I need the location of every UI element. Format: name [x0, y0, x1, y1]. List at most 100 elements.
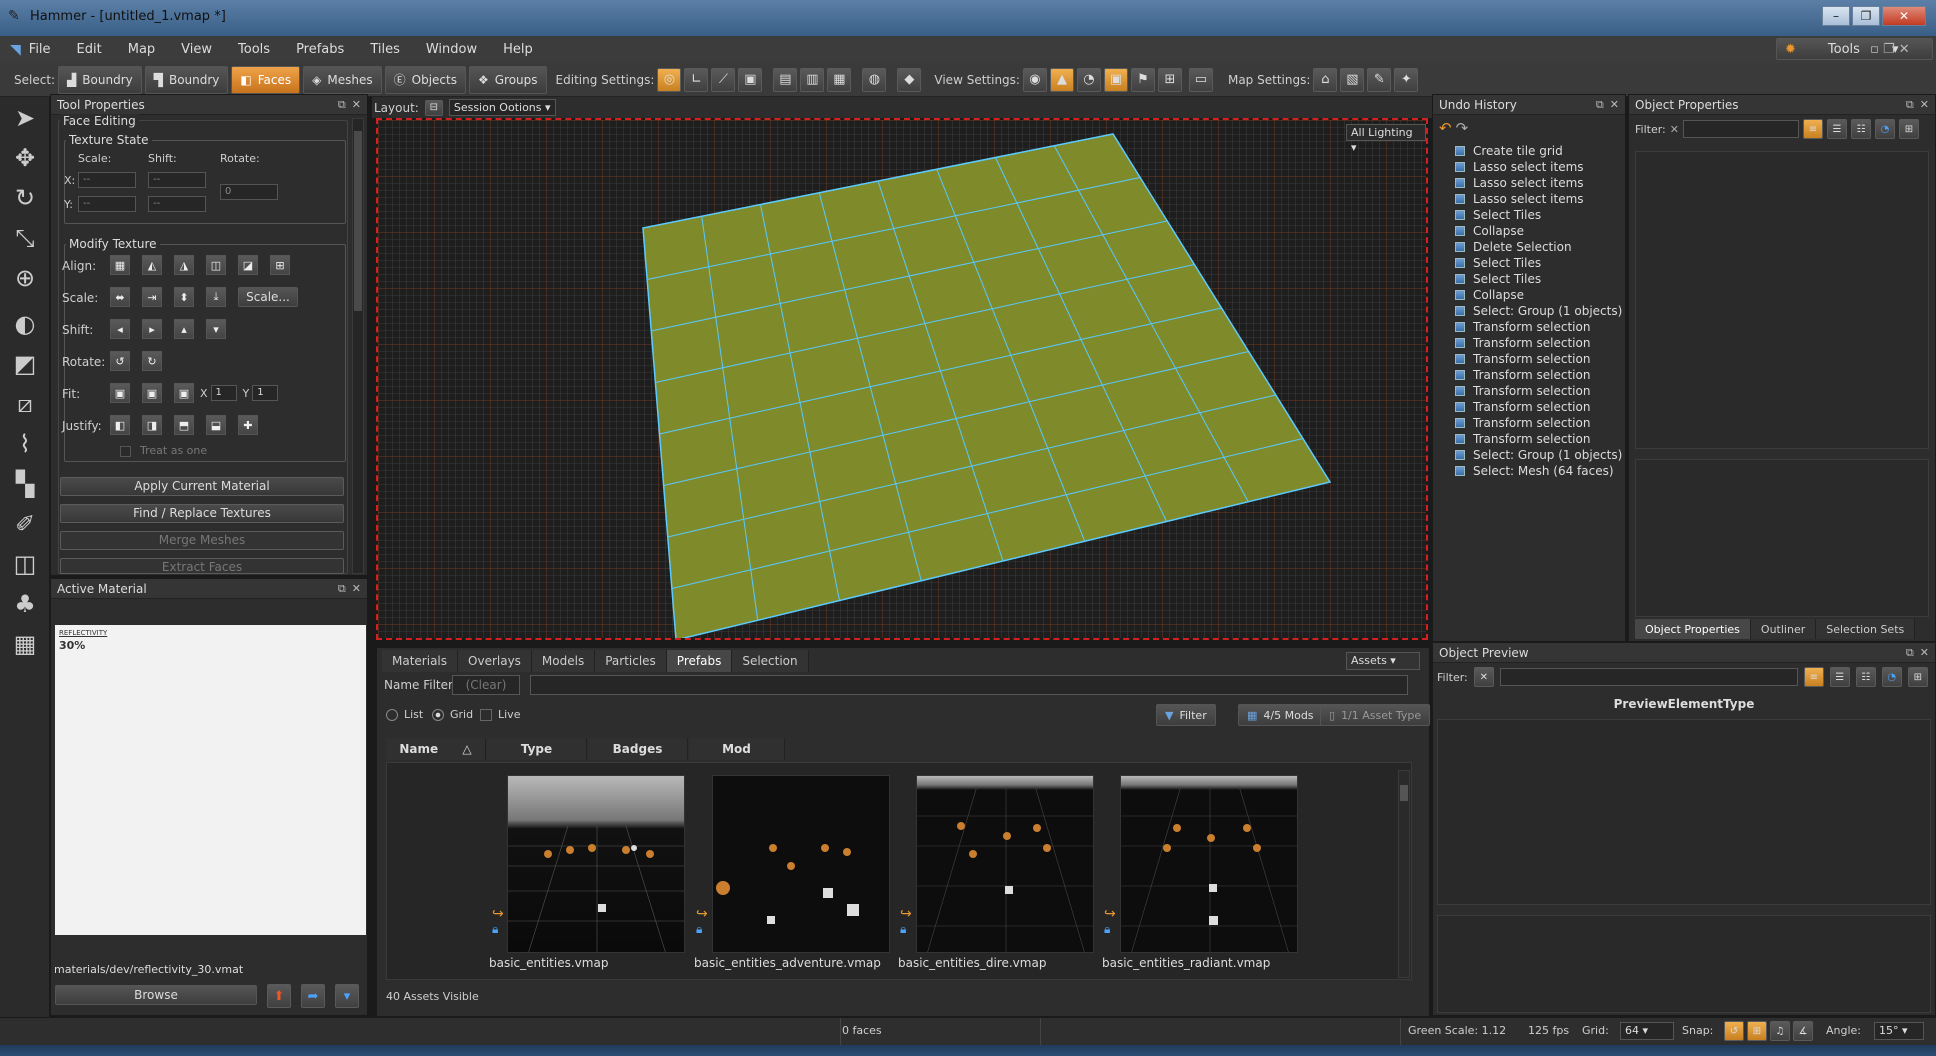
asset-name[interactable]: basic_entities_radiant.vmap [1102, 956, 1270, 970]
preview-filter-input[interactable] [1499, 668, 1798, 686]
scale-h-icon[interactable]: ⬌ [110, 287, 130, 307]
align-grid-icon[interactable]: ⊞ [270, 255, 290, 275]
justify-left-icon[interactable]: ◧ [110, 415, 130, 435]
shift-up-icon[interactable]: ▴ [174, 319, 194, 339]
close-icon[interactable]: ✕ [352, 98, 361, 111]
assets-dropdown[interactable]: Assets ▾ [1346, 652, 1420, 670]
restore-icon[interactable]: ▫ ❐ ✕ [1870, 42, 1910, 57]
menu-tiles[interactable]: Tiles [370, 42, 400, 57]
align-face-icon[interactable]: ◪ [238, 255, 258, 275]
fit-x-input[interactable]: 1 [210, 385, 237, 401]
scrollbar-thumb[interactable] [354, 131, 362, 311]
float-icon[interactable]: ⧉ [338, 582, 346, 595]
snap-icon[interactable]: ↺ [1724, 1021, 1744, 1041]
box-icon[interactable]: ▣ [1103, 67, 1128, 92]
scale-in-icon[interactable]: ⇥ [142, 287, 162, 307]
clip-tool-icon[interactable]: ⧄ [6, 385, 44, 423]
material-share-icon[interactable]: ➦ [301, 984, 325, 1008]
tab-outliner[interactable]: Outliner [1750, 619, 1817, 639]
tab-selection-sets[interactable]: Selection Sets [1816, 619, 1916, 639]
menu-view[interactable]: View [181, 42, 212, 57]
tile-tool-icon[interactable]: ◫ [6, 545, 44, 583]
grid-view-icon[interactable]: ⊞ [1898, 119, 1919, 139]
undo-history-item[interactable]: Lasso select items [1433, 159, 1625, 175]
undo-history-item[interactable]: Lasso select items [1433, 175, 1625, 191]
group-icon[interactable]: ▤ [773, 67, 798, 92]
fit-icon[interactable]: ▣ [110, 383, 130, 403]
tools-dropdown[interactable]: ✹ Tools ▾ [1776, 38, 1934, 60]
undo-history-item[interactable]: Transform selection [1433, 415, 1625, 431]
minimize-button[interactable]: – [1822, 6, 1850, 26]
object-filter-input[interactable] [1682, 120, 1799, 138]
menu-prefabs[interactable]: Prefabs [296, 42, 344, 57]
layout-grid-icon[interactable]: ⊟ [424, 99, 443, 116]
controller-icon[interactable]: ◆ [897, 67, 922, 92]
asset-name[interactable]: basic_entities_adventure.vmap [694, 956, 881, 970]
column-badges[interactable]: Badges [588, 738, 688, 760]
snap-grid-icon[interactable]: ⊞ [1747, 1021, 1767, 1041]
angle-dropdown[interactable]: 15° ▾ [1874, 1022, 1924, 1040]
clear-icon[interactable]: ✕ [1670, 123, 1679, 136]
float-icon[interactable]: ⧉ [1596, 98, 1604, 111]
rotate-cw-icon[interactable]: ↻ [142, 351, 162, 371]
snap-angle-icon[interactable]: ∡ [1793, 1021, 1813, 1041]
column-type[interactable]: Type [487, 738, 587, 760]
terrain-tool-icon[interactable]: ▦ [6, 625, 44, 663]
mods-button[interactable]: ▦ 4/5 Mods [1238, 704, 1323, 726]
select-groups-button[interactable]: ❖ Groups [468, 65, 547, 94]
redo-icon[interactable]: ↷ [1456, 119, 1469, 137]
scale-lock-icon[interactable]: ▣ [738, 67, 763, 92]
scale-v-icon[interactable]: ⬍ [174, 287, 194, 307]
maximize-button[interactable]: ❐ [1852, 6, 1880, 26]
clear-icon[interactable]: ✕ [1473, 667, 1494, 687]
3d-viewport[interactable]: All Lighting ▾ [376, 118, 1428, 640]
asset-name[interactable]: basic_entities_dire.vmap [898, 956, 1046, 970]
scrollbar-thumb[interactable] [1400, 785, 1408, 801]
justify-center-icon[interactable]: ✚ [238, 415, 258, 435]
column-mod[interactable]: Mod [689, 738, 785, 760]
grid-radio[interactable] [432, 709, 444, 721]
tree-view-icon[interactable]: ☰ [1829, 667, 1850, 687]
tab-selection[interactable]: Selection [732, 650, 809, 672]
tab-prefabs[interactable]: Prefabs [666, 650, 733, 672]
path-tool-icon[interactable]: ⌇ [6, 425, 44, 463]
undo-history-item[interactable]: Create tile grid [1433, 143, 1625, 159]
prefab-icon[interactable]: ▦ [827, 67, 852, 92]
texture-lock-icon[interactable]: ⟋ [711, 67, 736, 92]
undo-history-item[interactable]: Select: Group (1 objects) [1433, 303, 1625, 319]
session-options-dropdown[interactable]: Session Ootions ▾ [448, 99, 556, 116]
snap-vertex-icon[interactable]: ♫ [1770, 1021, 1790, 1041]
apply-material-button[interactable]: Apply Current Material [60, 477, 344, 496]
block-tool-icon[interactable]: ◩ [6, 345, 44, 383]
rotate-ccw-icon[interactable]: ↺ [110, 351, 130, 371]
scale-out-icon[interactable]: ⤓ [206, 287, 226, 307]
find-replace-button[interactable]: Find / Replace Textures [60, 504, 344, 523]
undo-history-item[interactable]: Transform selection [1433, 431, 1625, 447]
clear-filter-button[interactable]: (Clear) [452, 675, 520, 695]
menu-map[interactable]: Map [128, 42, 155, 57]
float-icon[interactable]: ⧉ [1906, 98, 1914, 111]
justify-top-icon[interactable]: ⬒ [174, 415, 194, 435]
select-tool-icon[interactable]: ➤ [6, 99, 44, 137]
instance-icon[interactable]: ▥ [800, 67, 825, 92]
undo-history-item[interactable]: Collapse [1433, 287, 1625, 303]
undo-history-item[interactable]: Lasso select items [1433, 191, 1625, 207]
shift-left-icon[interactable]: ◂ [110, 319, 130, 339]
pivot-tool-icon[interactable]: ⊕ [6, 259, 44, 297]
browse-button[interactable]: Browse [55, 985, 257, 1005]
terrain-icon[interactable]: ▲ [1049, 67, 1074, 92]
justify-right-icon[interactable]: ◨ [142, 415, 162, 435]
tool-properties-scrollbar[interactable] [352, 118, 364, 574]
tab-overlays[interactable]: Overlays [458, 650, 532, 672]
column-name[interactable]: Name △ [386, 738, 486, 760]
material-menu-icon[interactable]: ▾ [335, 984, 359, 1008]
monitor-icon[interactable]: ▭ [1188, 67, 1213, 92]
undo-history-item[interactable]: Collapse [1433, 223, 1625, 239]
filter-button[interactable]: ▼ Filter [1156, 704, 1216, 726]
asset-type-button[interactable]: ▯ 1/1 Asset Type [1320, 704, 1431, 726]
fit-h-icon[interactable]: ▣ [142, 383, 162, 403]
light-icon[interactable]: ◉ [1022, 67, 1047, 92]
list-radio[interactable] [386, 709, 398, 721]
float-icon[interactable]: ⧉ [1906, 646, 1914, 659]
align-top-icon[interactable]: ▦ [110, 255, 130, 275]
